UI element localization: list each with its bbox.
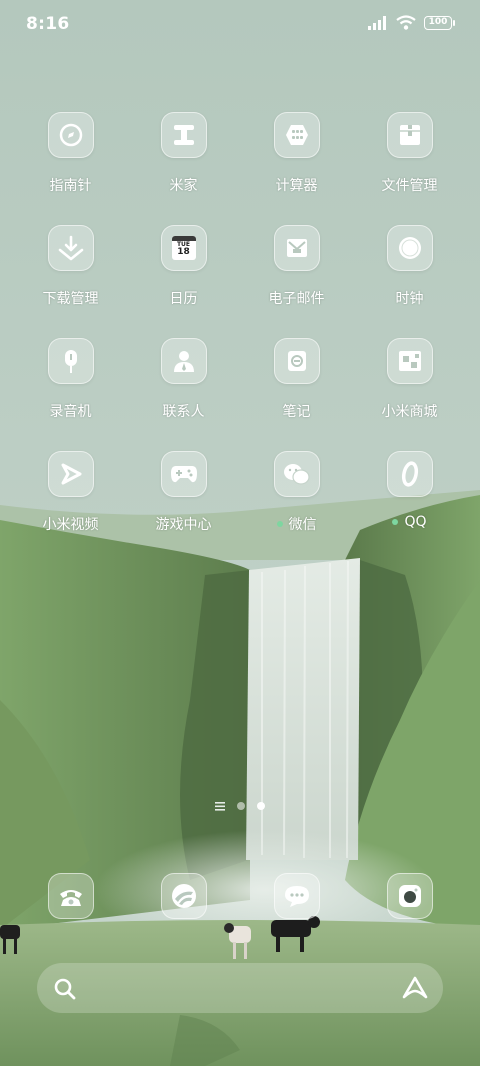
status-time: 8:16 (26, 14, 70, 34)
browser-icon[interactable] (160, 873, 207, 919)
calculator-icon[interactable] (273, 112, 320, 158)
dock (14, 873, 466, 919)
app-qq[interactable]: QQ (353, 451, 466, 564)
camera-icon[interactable] (386, 873, 433, 919)
app-game-center[interactable]: 游戏中心 (127, 451, 240, 564)
app-label: 指南针 (49, 178, 92, 194)
gamepad-icon[interactable] (160, 451, 207, 497)
recorder-icon[interactable] (47, 338, 94, 384)
app-file-manager[interactable]: 文件管理 (353, 112, 466, 225)
calendar-date: 18 (177, 247, 190, 257)
app-label: 小米视频 (42, 517, 99, 533)
status-bar: 8:16 100 (0, 0, 480, 52)
app-label: 微信 (288, 517, 317, 533)
video-icon[interactable] (47, 451, 94, 497)
app-compass[interactable]: 指南针 (14, 112, 127, 225)
page-indicator[interactable] (0, 796, 480, 815)
app-label: 计算器 (275, 178, 318, 194)
clock-icon[interactable] (386, 225, 433, 271)
app-label: 米家 (169, 178, 198, 194)
notes-icon[interactable] (273, 338, 320, 384)
app-label: 笔记 (282, 404, 311, 420)
app-label: QQ (404, 514, 427, 530)
app-label: 文件管理 (381, 178, 438, 194)
app-label: 下载管理 (42, 291, 99, 307)
search-icon[interactable] (53, 977, 77, 1001)
mijia-icon[interactable] (160, 112, 207, 158)
messages-icon[interactable] (273, 873, 320, 919)
status-icons: 100 (368, 15, 455, 30)
app-label: 电子邮件 (268, 291, 325, 307)
page-dot[interactable] (237, 801, 245, 810)
compass-icon[interactable] (47, 112, 94, 158)
app-label: 日历 (169, 291, 198, 307)
app-label: 联系人 (162, 404, 205, 420)
wechat-icon[interactable] (273, 451, 320, 497)
phone-icon[interactable] (47, 873, 94, 919)
contacts-icon[interactable] (160, 338, 207, 384)
page-list-icon[interactable] (215, 796, 225, 815)
wifi-icon (396, 15, 416, 30)
app-recorder[interactable]: 录音机 (14, 338, 127, 451)
app-label: 游戏中心 (155, 517, 212, 533)
app-label: 录音机 (49, 404, 92, 420)
app-download-manager[interactable]: 下载管理 (14, 225, 127, 338)
voice-assistant-icon[interactable] (401, 975, 429, 1001)
qq-icon[interactable] (386, 451, 433, 497)
new-indicator-dot (276, 521, 283, 527)
download-icon[interactable] (47, 225, 94, 271)
app-calculator[interactable]: 计算器 (240, 112, 353, 225)
app-email[interactable]: 电子邮件 (240, 225, 353, 338)
search-bar[interactable] (37, 963, 443, 1013)
app-calendar[interactable]: TUE 18 日历 (127, 225, 240, 338)
battery-level: 100 (428, 17, 448, 27)
app-wechat[interactable]: 微信 (240, 451, 353, 564)
page-dot-active[interactable] (257, 801, 265, 810)
app-mi-video[interactable]: 小米视频 (14, 451, 127, 564)
app-grid: 指南针 米家 计算器 文件管理 下载管理 TUE 18 日历 电子邮件 时钟 录… (14, 112, 466, 564)
calendar-icon[interactable]: TUE 18 (160, 225, 207, 271)
file-manager-icon[interactable] (386, 112, 433, 158)
app-contacts[interactable]: 联系人 (127, 338, 240, 451)
new-indicator-dot (392, 519, 399, 525)
mi-store-icon[interactable] (386, 338, 433, 384)
mail-icon[interactable] (273, 225, 320, 271)
app-mijia[interactable]: 米家 (127, 112, 240, 225)
app-label: 时钟 (395, 291, 424, 307)
app-notes[interactable]: 笔记 (240, 338, 353, 451)
cellular-signal-icon (368, 15, 386, 30)
app-clock[interactable]: 时钟 (353, 225, 466, 338)
app-label: 小米商城 (381, 404, 438, 420)
app-mi-store[interactable]: 小米商城 (353, 338, 466, 451)
battery-icon: 100 (424, 15, 455, 30)
